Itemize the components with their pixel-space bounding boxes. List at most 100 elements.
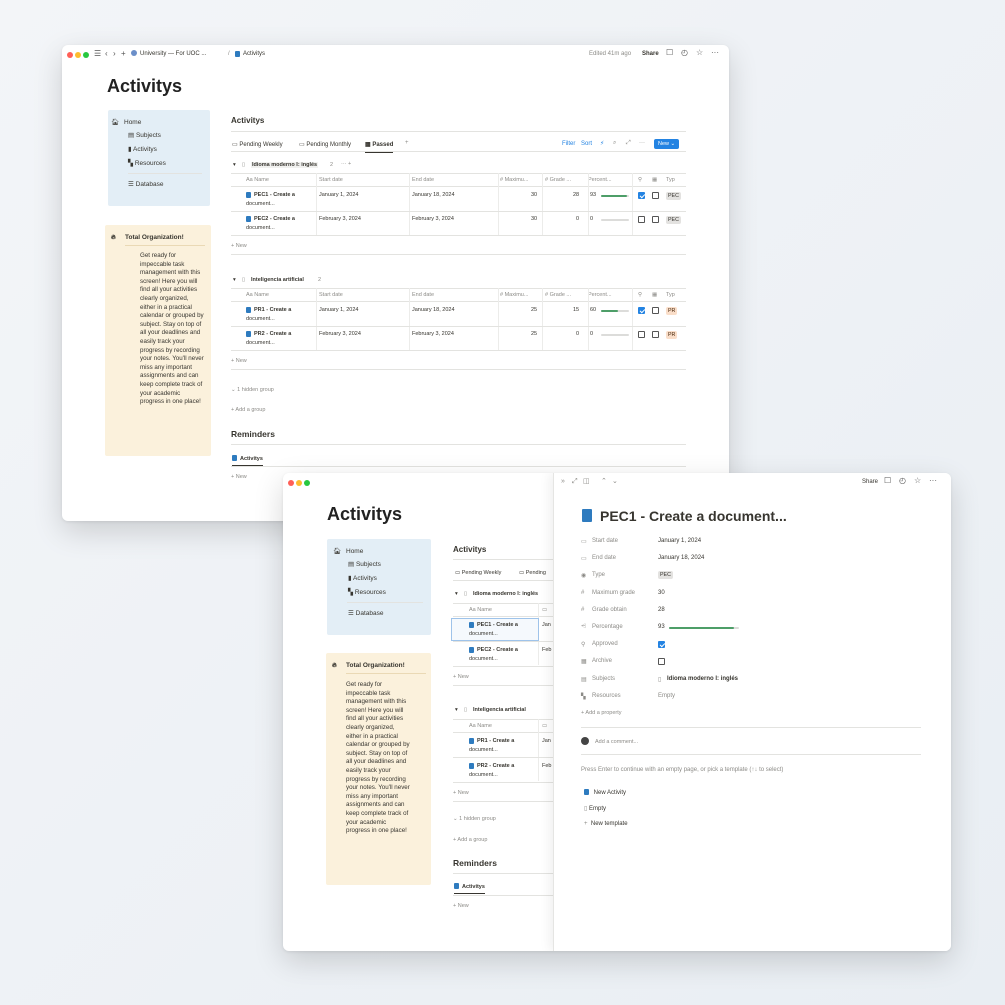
property-value[interactable]: 30 bbox=[658, 590, 665, 596]
property-label[interactable]: End date bbox=[592, 555, 616, 561]
panel-title[interactable]: PEC1 - Create a document... bbox=[600, 508, 787, 524]
hidden-group-toggle[interactable]: ⌄ 1 hidden group bbox=[231, 387, 274, 393]
template-empty[interactable]: ▯ Empty bbox=[584, 805, 606, 812]
approved-checkbox[interactable] bbox=[638, 216, 645, 223]
column-header[interactable]: # Maximu... bbox=[500, 177, 528, 183]
tab-pending-monthly[interactable]: ▭ Pending Monthly bbox=[299, 141, 351, 148]
property-value[interactable]: January 1, 2024 bbox=[658, 538, 701, 544]
minimize-dot[interactable] bbox=[75, 52, 81, 58]
group-name[interactable]: Idioma moderno I: inglés bbox=[251, 162, 319, 168]
property-label[interactable]: Archive bbox=[592, 658, 612, 664]
minimize-dot[interactable] bbox=[296, 480, 302, 486]
close-peek-icon[interactable]: » bbox=[561, 478, 565, 485]
property-label[interactable]: Percentage bbox=[592, 624, 623, 630]
nav-home[interactable]: Home bbox=[124, 119, 141, 126]
archive-checkbox[interactable] bbox=[652, 216, 659, 223]
type-tag[interactable]: PEC bbox=[666, 192, 681, 200]
column-header[interactable]: Aa Name bbox=[246, 292, 269, 298]
column-header[interactable]: Aa Name bbox=[246, 177, 269, 183]
column-header[interactable]: Aa Name bbox=[469, 607, 492, 613]
group-toggle-icon[interactable]: ▾ bbox=[455, 707, 458, 713]
back-icon[interactable]: ‹ bbox=[105, 50, 108, 58]
group-actions[interactable]: ··· + bbox=[341, 161, 351, 167]
breadcrumb-page[interactable]: Activitys bbox=[243, 51, 265, 57]
approved-checkbox[interactable] bbox=[638, 307, 645, 314]
property-label[interactable]: Start date bbox=[592, 538, 618, 544]
property-label[interactable]: Grade obtain bbox=[592, 607, 627, 613]
group-toggle-icon[interactable]: ▾ bbox=[455, 591, 458, 597]
menu-icon[interactable]: ☰ bbox=[94, 50, 101, 58]
group-name[interactable]: Idioma moderno I: inglés bbox=[473, 591, 538, 597]
tab-pending-weekly[interactable]: ▭ Pending Weekly bbox=[455, 570, 501, 576]
tab-pending[interactable]: ▭ Pending bbox=[519, 570, 546, 576]
nav-activitys[interactable]: ▮ Activitys bbox=[128, 145, 157, 153]
archive-checkbox[interactable] bbox=[652, 307, 659, 314]
type-tag[interactable]: PR bbox=[666, 331, 678, 339]
row-name[interactable]: PEC2 - Create a bbox=[477, 647, 518, 653]
nav-resources[interactable]: ▚ Resources bbox=[128, 159, 166, 167]
property-value[interactable]: January 18, 2024 bbox=[658, 555, 704, 561]
more-icon[interactable]: ··· bbox=[639, 140, 645, 146]
nav-resources[interactable]: ▚ Resources bbox=[348, 588, 386, 596]
property-label[interactable]: Resources bbox=[592, 693, 621, 699]
reminders-tab[interactable]: Activitys bbox=[232, 455, 263, 466]
row-name[interactable]: PEC1 - Create a bbox=[477, 622, 518, 628]
template-new[interactable]: + New template bbox=[584, 821, 628, 827]
forward-icon[interactable]: › bbox=[113, 50, 116, 58]
column-header[interactable]: Start date bbox=[319, 177, 343, 183]
row-name[interactable]: PR1 - Create a bbox=[254, 307, 291, 313]
add-view-button[interactable]: + bbox=[405, 140, 409, 146]
nav-home[interactable]: Home bbox=[346, 548, 363, 555]
nav-activitys[interactable]: ▮ Activitys bbox=[348, 574, 377, 582]
property-label[interactable]: Subjects bbox=[592, 676, 615, 682]
comment-icon[interactable]: ☐ bbox=[884, 477, 891, 485]
column-header[interactable]: Percent... bbox=[588, 292, 612, 298]
history-icon[interactable]: ◴ bbox=[899, 477, 906, 485]
tab-pending-weekly[interactable]: ▭ Pending Weekly bbox=[232, 141, 283, 148]
reminders-new-button[interactable]: + New bbox=[453, 903, 469, 909]
row-name[interactable]: PR2 - Create a bbox=[254, 331, 291, 337]
breadcrumb-workspace[interactable]: University — For UOC ... bbox=[140, 51, 206, 57]
more-icon[interactable]: ··· bbox=[711, 49, 719, 57]
zoom-dot[interactable] bbox=[83, 52, 89, 58]
new-row-button[interactable]: + New bbox=[231, 243, 247, 249]
new-row-button[interactable]: + New bbox=[453, 674, 469, 680]
add-group-button[interactable]: + Add a group bbox=[453, 837, 487, 843]
column-header[interactable]: Aa Name bbox=[469, 723, 492, 729]
zoom-dot[interactable] bbox=[304, 480, 310, 486]
column-header[interactable]: Typ bbox=[666, 292, 675, 298]
nav-database[interactable]: ☰ Database bbox=[348, 609, 383, 617]
share-button[interactable]: Share bbox=[642, 51, 659, 57]
nav-subjects[interactable]: ▤ Subjects bbox=[128, 131, 161, 139]
type-tag[interactable]: PR bbox=[666, 307, 678, 315]
approved-checkbox[interactable] bbox=[658, 641, 665, 649]
archive-checkbox[interactable] bbox=[652, 192, 659, 199]
share-button[interactable]: Share bbox=[862, 479, 878, 485]
new-row-button[interactable]: + New bbox=[453, 790, 469, 796]
template-new-activity[interactable]: New Activity bbox=[584, 789, 626, 796]
property-label[interactable]: Type bbox=[592, 572, 605, 578]
column-header[interactable]: # Maximu... bbox=[500, 292, 528, 298]
property-value[interactable]: 28 bbox=[658, 607, 665, 613]
add-property-button[interactable]: + Add a property bbox=[581, 710, 622, 716]
new-row-button[interactable]: + New bbox=[231, 358, 247, 364]
nav-subjects[interactable]: ▤ Subjects bbox=[348, 560, 381, 568]
expand-icon[interactable]: ⤢ bbox=[626, 140, 631, 147]
group-name[interactable]: Inteligencia artificial bbox=[473, 707, 526, 713]
filter-button[interactable]: Filter bbox=[562, 141, 575, 147]
search-icon[interactable]: ⌕ bbox=[613, 140, 616, 147]
column-header[interactable]: End date bbox=[412, 177, 434, 183]
row-name[interactable]: PR1 - Create a bbox=[477, 738, 514, 744]
reminders-new-button[interactable]: + New bbox=[231, 474, 247, 480]
nav-database[interactable]: ☰ Database bbox=[128, 180, 163, 188]
group-name[interactable]: Inteligencia artificial bbox=[251, 277, 304, 283]
close-dot[interactable] bbox=[67, 52, 73, 58]
column-header[interactable]: # Grade ... bbox=[545, 292, 571, 298]
history-icon[interactable]: ◴ bbox=[681, 49, 688, 57]
hidden-group-toggle[interactable]: ⌄ 1 hidden group bbox=[453, 816, 496, 822]
automation-icon[interactable]: ⚡︎ bbox=[600, 140, 604, 147]
comment-icon[interactable]: ☐ bbox=[666, 49, 673, 57]
column-header[interactable]: Typ bbox=[666, 177, 675, 183]
archive-checkbox[interactable] bbox=[658, 658, 665, 666]
approved-checkbox[interactable] bbox=[638, 192, 645, 199]
